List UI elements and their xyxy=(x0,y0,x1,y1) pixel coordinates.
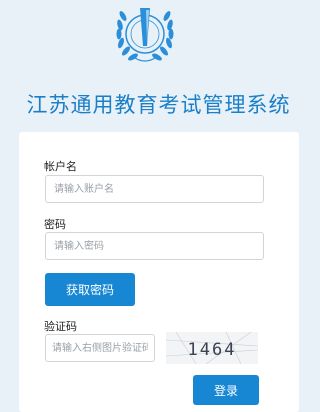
captcha-text: 1464 xyxy=(188,340,237,360)
laurel-emblem-icon xyxy=(116,8,174,62)
captcha-label: 验证码 xyxy=(44,320,77,333)
password-label: 密码 xyxy=(44,218,66,231)
captcha-input[interactable] xyxy=(45,334,155,362)
login-button[interactable]: 登录 xyxy=(193,375,259,405)
captcha-image[interactable]: 1464 xyxy=(166,332,258,364)
login-card xyxy=(19,132,299,412)
password-input[interactable] xyxy=(45,232,264,260)
system-title: 江苏通用教育考试管理系统 xyxy=(26,93,291,117)
get-password-button[interactable]: 获取密码 xyxy=(45,273,135,306)
account-input[interactable] xyxy=(45,175,264,203)
account-label: 帐户名 xyxy=(44,160,77,173)
